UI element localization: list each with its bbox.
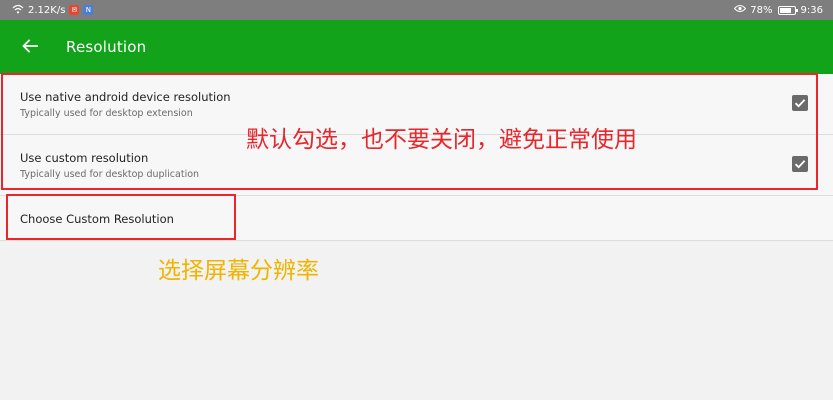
status-bar-left: 2.12K/s ✉ N — [12, 0, 94, 20]
mail-notification-icon: ✉ — [69, 5, 80, 15]
network-speed: 2.12K/s — [28, 4, 66, 16]
status-bar: 2.12K/s ✉ N 78% 9:36 — [0, 0, 833, 20]
app-notification-icon: N — [83, 5, 94, 15]
arrow-left-icon — [22, 38, 38, 57]
battery-percent: 78% — [750, 4, 773, 16]
annotation-note-choose: 选择屏幕分辨率 — [158, 258, 319, 284]
battery-icon — [777, 5, 798, 15]
annotation-box-choose-resolution — [6, 194, 236, 240]
page-title: Resolution — [66, 38, 147, 56]
battery-level — [779, 7, 791, 13]
annotation-note-checked: 默认勾选，也不要关闭，避免正常使用 — [246, 127, 637, 153]
status-bar-right: 78% 9:36 — [734, 0, 823, 20]
wifi-icon — [12, 4, 24, 17]
eye-icon — [734, 4, 747, 16]
back-button[interactable] — [14, 31, 46, 63]
app-bar: Resolution — [0, 20, 833, 74]
clock: 9:36 — [800, 4, 823, 16]
